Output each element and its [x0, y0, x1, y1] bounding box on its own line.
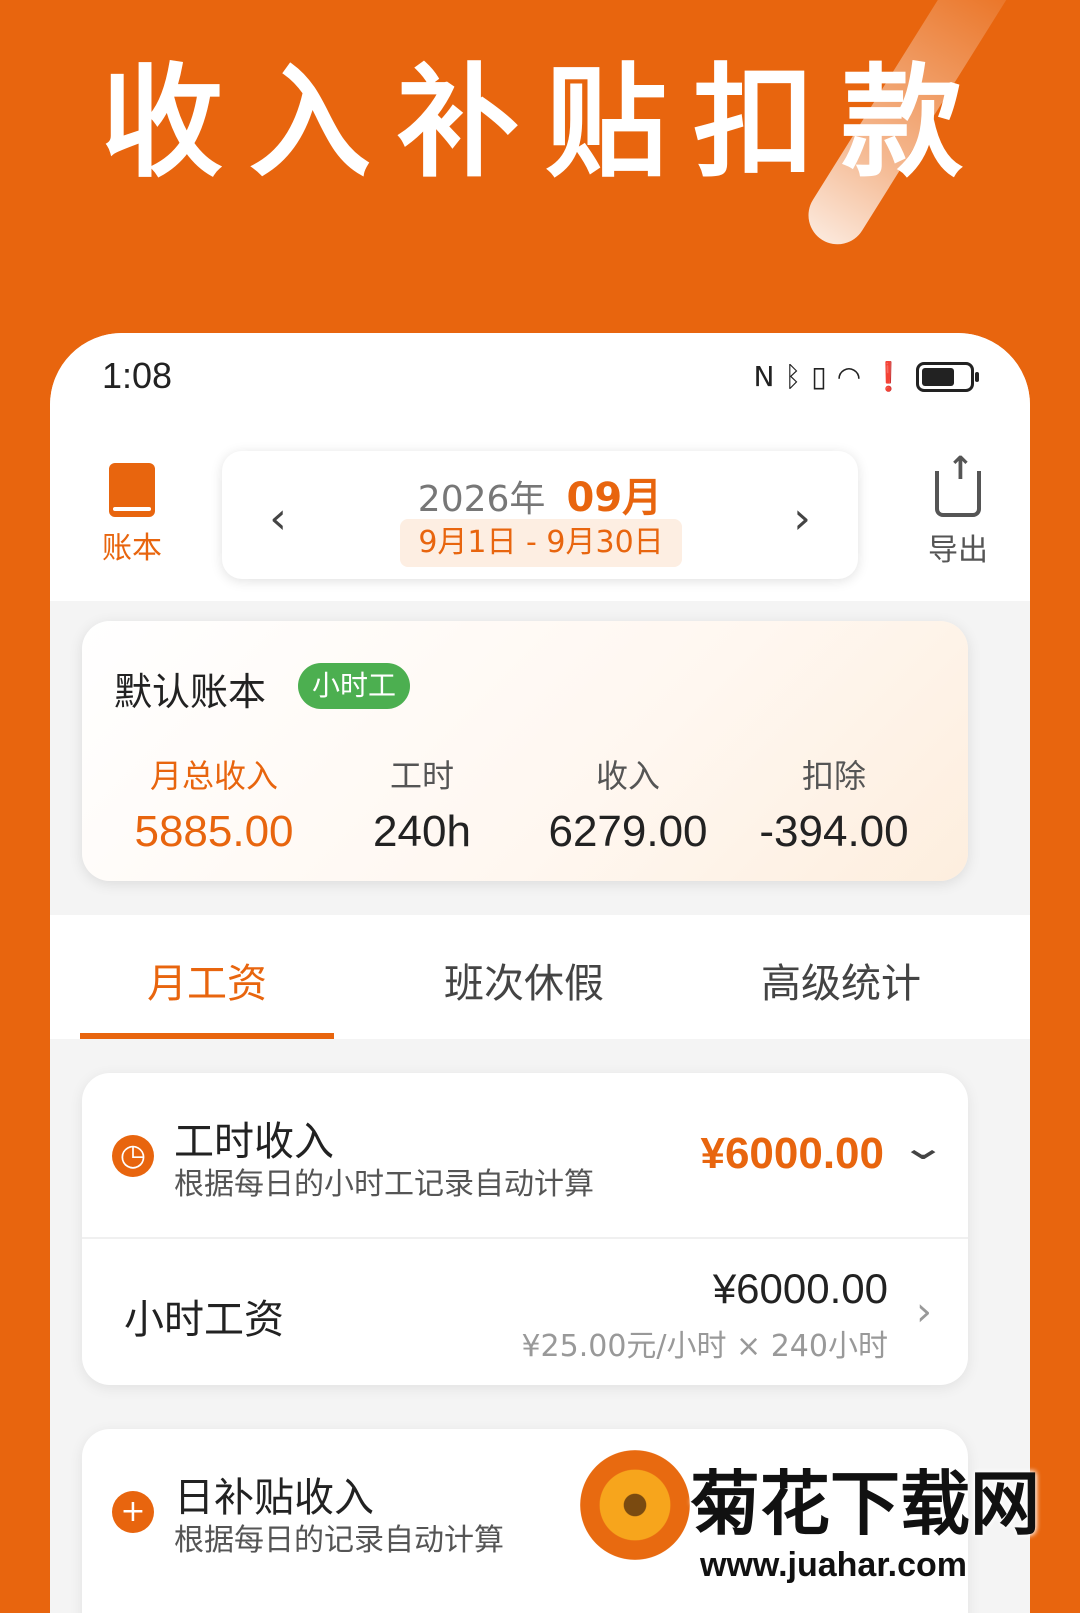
- stat-deduction: 扣除 -394.00: [724, 751, 944, 857]
- active-tab-indicator: [80, 1033, 334, 1039]
- tab-advanced-stats[interactable]: 高级统计: [691, 951, 991, 1009]
- summary-card[interactable]: 默认账本 小时工 月总收入 5885.00 工时 240h 收入 6279.00…: [82, 621, 968, 881]
- status-time: 1:08: [102, 355, 173, 396]
- stat-label: 月总收入: [149, 757, 278, 795]
- row-amount: ¥6000.00: [712, 1265, 888, 1312]
- book-name: 默认账本: [114, 670, 267, 714]
- export-label: 导出: [928, 533, 988, 568]
- stat-label: 收入: [595, 757, 660, 795]
- status-bar: 1:08 Ν ᛒ ▯ ◠ ❗: [50, 333, 1030, 425]
- watermark: 菊花下载网 www.juahar.com: [580, 1438, 1080, 1613]
- phone-screen: 1:08 Ν ᛒ ▯ ◠ ❗ 账本 ‹ 2026年 09月 9月1日 - 9月3…: [50, 333, 1030, 1613]
- bluetooth-icon: ᛒ: [784, 360, 802, 393]
- divider: [82, 1237, 968, 1239]
- clock-icon: ◷: [112, 1135, 154, 1177]
- section-subtitle: 根据每日的小时工记录自动计算: [174, 1167, 594, 1202]
- next-month-button[interactable]: ›: [782, 493, 822, 544]
- stat-value: 6279.00: [548, 807, 708, 856]
- banner-title: 收入补贴扣款: [101, 52, 989, 194]
- battery-icon: [916, 362, 979, 392]
- tab-bar: 月工资 班次休假 高级统计: [50, 915, 1030, 1039]
- row-detail: ¥25.00元/小时 × 240小时: [521, 1329, 888, 1364]
- date-heading: 2026年 09月: [222, 465, 858, 523]
- watermark-url: www.juahar.com: [700, 1546, 968, 1584]
- section-amount: ¥6000.00: [700, 1129, 884, 1178]
- stat-value: 5885.00: [134, 807, 294, 856]
- wifi-icon: ◠: [836, 360, 862, 393]
- stat-value: 240h: [373, 807, 471, 856]
- stat-label: 工时: [389, 757, 454, 795]
- top-bar: 账本 ‹ 2026年 09月 9月1日 - 9月30日 › 导出: [50, 425, 1030, 601]
- row-label: 小时工资: [124, 1297, 284, 1343]
- date-selector: ‹ 2026年 09月 9月1日 - 9月30日 ›: [222, 451, 858, 579]
- status-icons: Ν ᛒ ▯ ◠ ❗: [753, 359, 979, 395]
- hour-income-card: ◷ 工时收入 根据每日的小时工记录自动计算 ¥6000.00 ⌄ 小时工资 ¥6…: [82, 1073, 968, 1385]
- chevron-right-icon[interactable]: ›: [916, 1289, 932, 1335]
- section-subtitle: 根据每日的记录自动计算: [174, 1523, 504, 1558]
- plus-icon: +: [112, 1491, 154, 1533]
- ledger-label: 账本: [102, 531, 162, 566]
- ledger-button[interactable]: 账本: [92, 463, 172, 567]
- vibrate-icon: ▯: [811, 360, 827, 393]
- stat-monthly-total: 月总收入 5885.00: [104, 751, 324, 857]
- stat-value: -394.00: [759, 807, 909, 856]
- flower-logo-icon: [580, 1450, 690, 1560]
- date-range[interactable]: 9月1日 - 9月30日: [400, 519, 682, 567]
- year-label: 2026年: [417, 479, 546, 520]
- stat-income: 收入 6279.00: [518, 751, 738, 857]
- book-type-tag: 小时工: [298, 663, 411, 709]
- alert-icon: ❗: [871, 360, 906, 393]
- tab-shifts-leave[interactable]: 班次休假: [374, 951, 674, 1009]
- export-icon: [935, 449, 981, 517]
- month-label: 09月: [566, 475, 663, 521]
- stat-label: 扣除: [801, 757, 866, 795]
- watermark-title: 菊花下载网: [690, 1463, 1040, 1545]
- chevron-down-icon[interactable]: ⌄: [899, 1127, 947, 1168]
- tab-monthly-salary[interactable]: 月工资: [57, 951, 357, 1009]
- book-icon: [109, 463, 155, 517]
- export-button[interactable]: 导出: [922, 449, 994, 569]
- nfc-icon: Ν: [753, 360, 775, 393]
- stat-hours: 工时 240h: [312, 751, 532, 857]
